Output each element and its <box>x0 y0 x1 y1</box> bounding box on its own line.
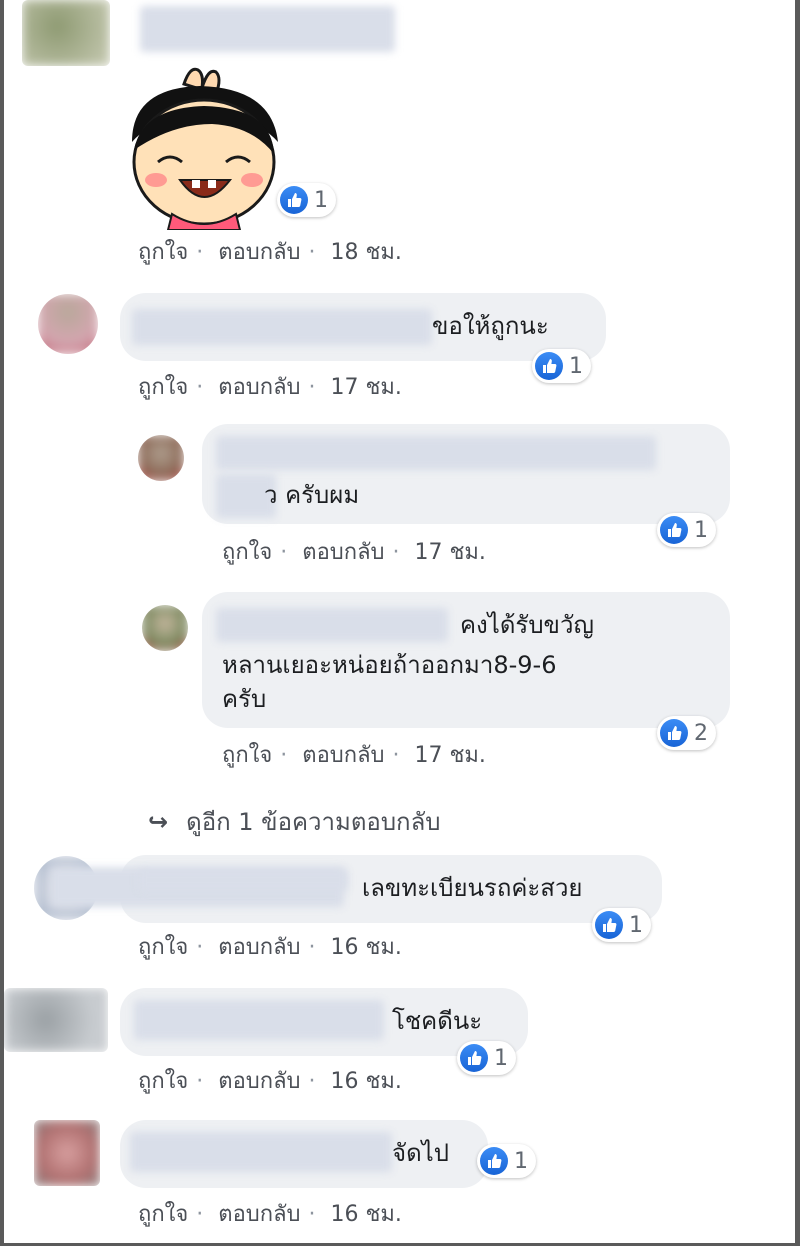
like-reaction-icon <box>535 352 563 380</box>
reaction-count-value: 2 <box>694 720 708 746</box>
comment-actions: ถูกใจ · ตอบกลับ · 16 ชม. <box>138 1063 410 1098</box>
comment-text: ขอให้ถูกนะ <box>432 312 549 340</box>
reply-button[interactable]: ตอบกลับ <box>218 1069 300 1094</box>
reply-button[interactable]: ตอบกลับ <box>302 743 384 768</box>
dot-separator: · <box>196 1202 204 1227</box>
like-button[interactable]: ถูกใจ <box>138 375 188 400</box>
avatar[interactable] <box>4 988 108 1052</box>
comment-actions: ถูกใจ · ตอบกลับ · 16 ชม. <box>138 929 410 964</box>
blurred-author-name[interactable] <box>132 309 432 345</box>
comment-actions: ถูกใจ · ตอบกลับ · 17 ชม. <box>138 369 410 404</box>
blurred-author-name[interactable] <box>130 1132 392 1172</box>
reply-arrow-icon: ↪ <box>148 808 169 836</box>
like-reaction-icon <box>595 911 623 939</box>
reply-button[interactable]: ตอบกลับ <box>218 1202 300 1227</box>
comment-actions: ถูกใจ · ตอบกลับ · 18 ชม. <box>138 234 410 269</box>
window-frame-left <box>0 0 4 1246</box>
dot-separator: · <box>196 935 204 960</box>
avatar[interactable] <box>138 435 184 481</box>
reaction-count-value: 1 <box>694 517 708 543</box>
comment-bubble: คงได้รับขวัญ หลานเยอะหน่อยถ้าออกมา8-9-6 … <box>202 592 730 728</box>
dot-separator: · <box>308 240 316 265</box>
reaction-count[interactable]: 1 <box>477 1144 536 1178</box>
timestamp[interactable]: 16 ชม. <box>331 1069 402 1094</box>
reaction-count-value: 1 <box>514 1148 528 1174</box>
like-button[interactable]: ถูกใจ <box>222 743 272 768</box>
reaction-count-value: 1 <box>314 187 328 213</box>
dot-separator: · <box>280 743 288 768</box>
comment-text: เลขทะเบียนรถค่ะสวย <box>362 874 583 902</box>
dot-separator: · <box>308 375 316 400</box>
timestamp[interactable]: 16 ชม. <box>331 935 402 960</box>
timestamp[interactable]: 16 ชม. <box>331 1202 402 1227</box>
comment-text-line-2: หลานเยอะหน่อยถ้าออกมา8-9-6 <box>222 651 557 679</box>
dot-separator: · <box>280 540 288 565</box>
reaction-count[interactable]: 1 <box>657 513 716 547</box>
comment-text: ว ครับผม <box>264 481 360 509</box>
like-reaction-icon <box>660 719 688 747</box>
avatar[interactable] <box>22 0 110 66</box>
comment-actions: ถูกใจ · ตอบกลับ · 16 ชม. <box>138 1196 410 1231</box>
reaction-count-value: 1 <box>629 912 643 938</box>
comment-text-line-1: คงได้รับขวัญ <box>460 611 594 639</box>
comment-text-line-3: ครับ <box>222 685 267 713</box>
reply-button[interactable]: ตอบกลับ <box>218 375 300 400</box>
like-reaction-icon <box>660 516 688 544</box>
like-button[interactable]: ถูกใจ <box>138 1069 188 1094</box>
dot-separator: · <box>196 240 204 265</box>
reaction-count-value: 1 <box>494 1045 508 1071</box>
comment-bubble: เลขทะเบียนรถค่ะสวย <box>50 855 662 923</box>
like-reaction-icon <box>280 186 308 214</box>
comment-text: จัดไป <box>392 1139 449 1167</box>
sticker-image <box>132 67 278 230</box>
comment-actions: ถูกใจ · ตอบกลับ · 17 ชม. <box>222 534 494 569</box>
comment-bubble: จัดไป <box>120 1120 488 1188</box>
dot-separator: · <box>392 540 400 565</box>
dot-separator: · <box>196 1069 204 1094</box>
dot-separator: · <box>196 375 204 400</box>
reaction-count[interactable]: 1 <box>277 183 336 217</box>
avatar[interactable] <box>38 294 98 354</box>
avatar[interactable] <box>142 605 188 651</box>
blurred-author-name[interactable] <box>134 1000 384 1040</box>
comment-actions: ถูกใจ · ตอบกลับ · 17 ชม. <box>222 737 494 772</box>
timestamp[interactable]: 18 ชม. <box>331 240 402 265</box>
reply-button[interactable]: ตอบกลับ <box>302 540 384 565</box>
reaction-count[interactable]: 1 <box>457 1041 516 1075</box>
comment-text: โชคดีนะ <box>392 1007 483 1035</box>
like-reaction-icon <box>460 1044 488 1072</box>
like-button[interactable]: ถูกใจ <box>138 1202 188 1227</box>
window-frame-right <box>795 0 800 1246</box>
reply-button[interactable]: ตอบกลับ <box>218 935 300 960</box>
timestamp[interactable]: 17 ชม. <box>415 743 486 768</box>
comment-bubble: ขอให้ถูกนะ <box>120 293 606 361</box>
avatar[interactable] <box>34 1120 100 1186</box>
reaction-count-value: 1 <box>569 353 583 379</box>
blurred-author-name[interactable] <box>140 6 395 52</box>
comment-bubble: ว ครับผม <box>202 424 730 524</box>
blurred-author-name[interactable] <box>216 436 656 470</box>
timestamp[interactable]: 17 ชม. <box>331 375 402 400</box>
view-more-replies-label: ดูอีก 1 ข้อความตอบกลับ <box>186 808 441 836</box>
like-button[interactable]: ถูกใจ <box>138 935 188 960</box>
dot-separator: · <box>308 1202 316 1227</box>
blurred-author-name <box>138 869 348 891</box>
view-more-replies-link[interactable]: ↪ ดูอีก 1 ข้อความตอบกลับ <box>148 802 441 841</box>
like-button[interactable]: ถูกใจ <box>138 240 188 265</box>
timestamp[interactable]: 17 ชม. <box>415 540 486 565</box>
like-reaction-icon <box>480 1147 508 1175</box>
reply-button[interactable]: ตอบกลับ <box>218 240 300 265</box>
reaction-count[interactable]: 2 <box>657 716 716 750</box>
reaction-count[interactable]: 1 <box>532 349 591 383</box>
dot-separator: · <box>392 743 400 768</box>
dot-separator: · <box>308 935 316 960</box>
dot-separator: · <box>308 1069 316 1094</box>
like-button[interactable]: ถูกใจ <box>222 540 272 565</box>
blurred-author-name[interactable] <box>216 608 448 642</box>
reaction-count[interactable]: 1 <box>592 908 651 942</box>
